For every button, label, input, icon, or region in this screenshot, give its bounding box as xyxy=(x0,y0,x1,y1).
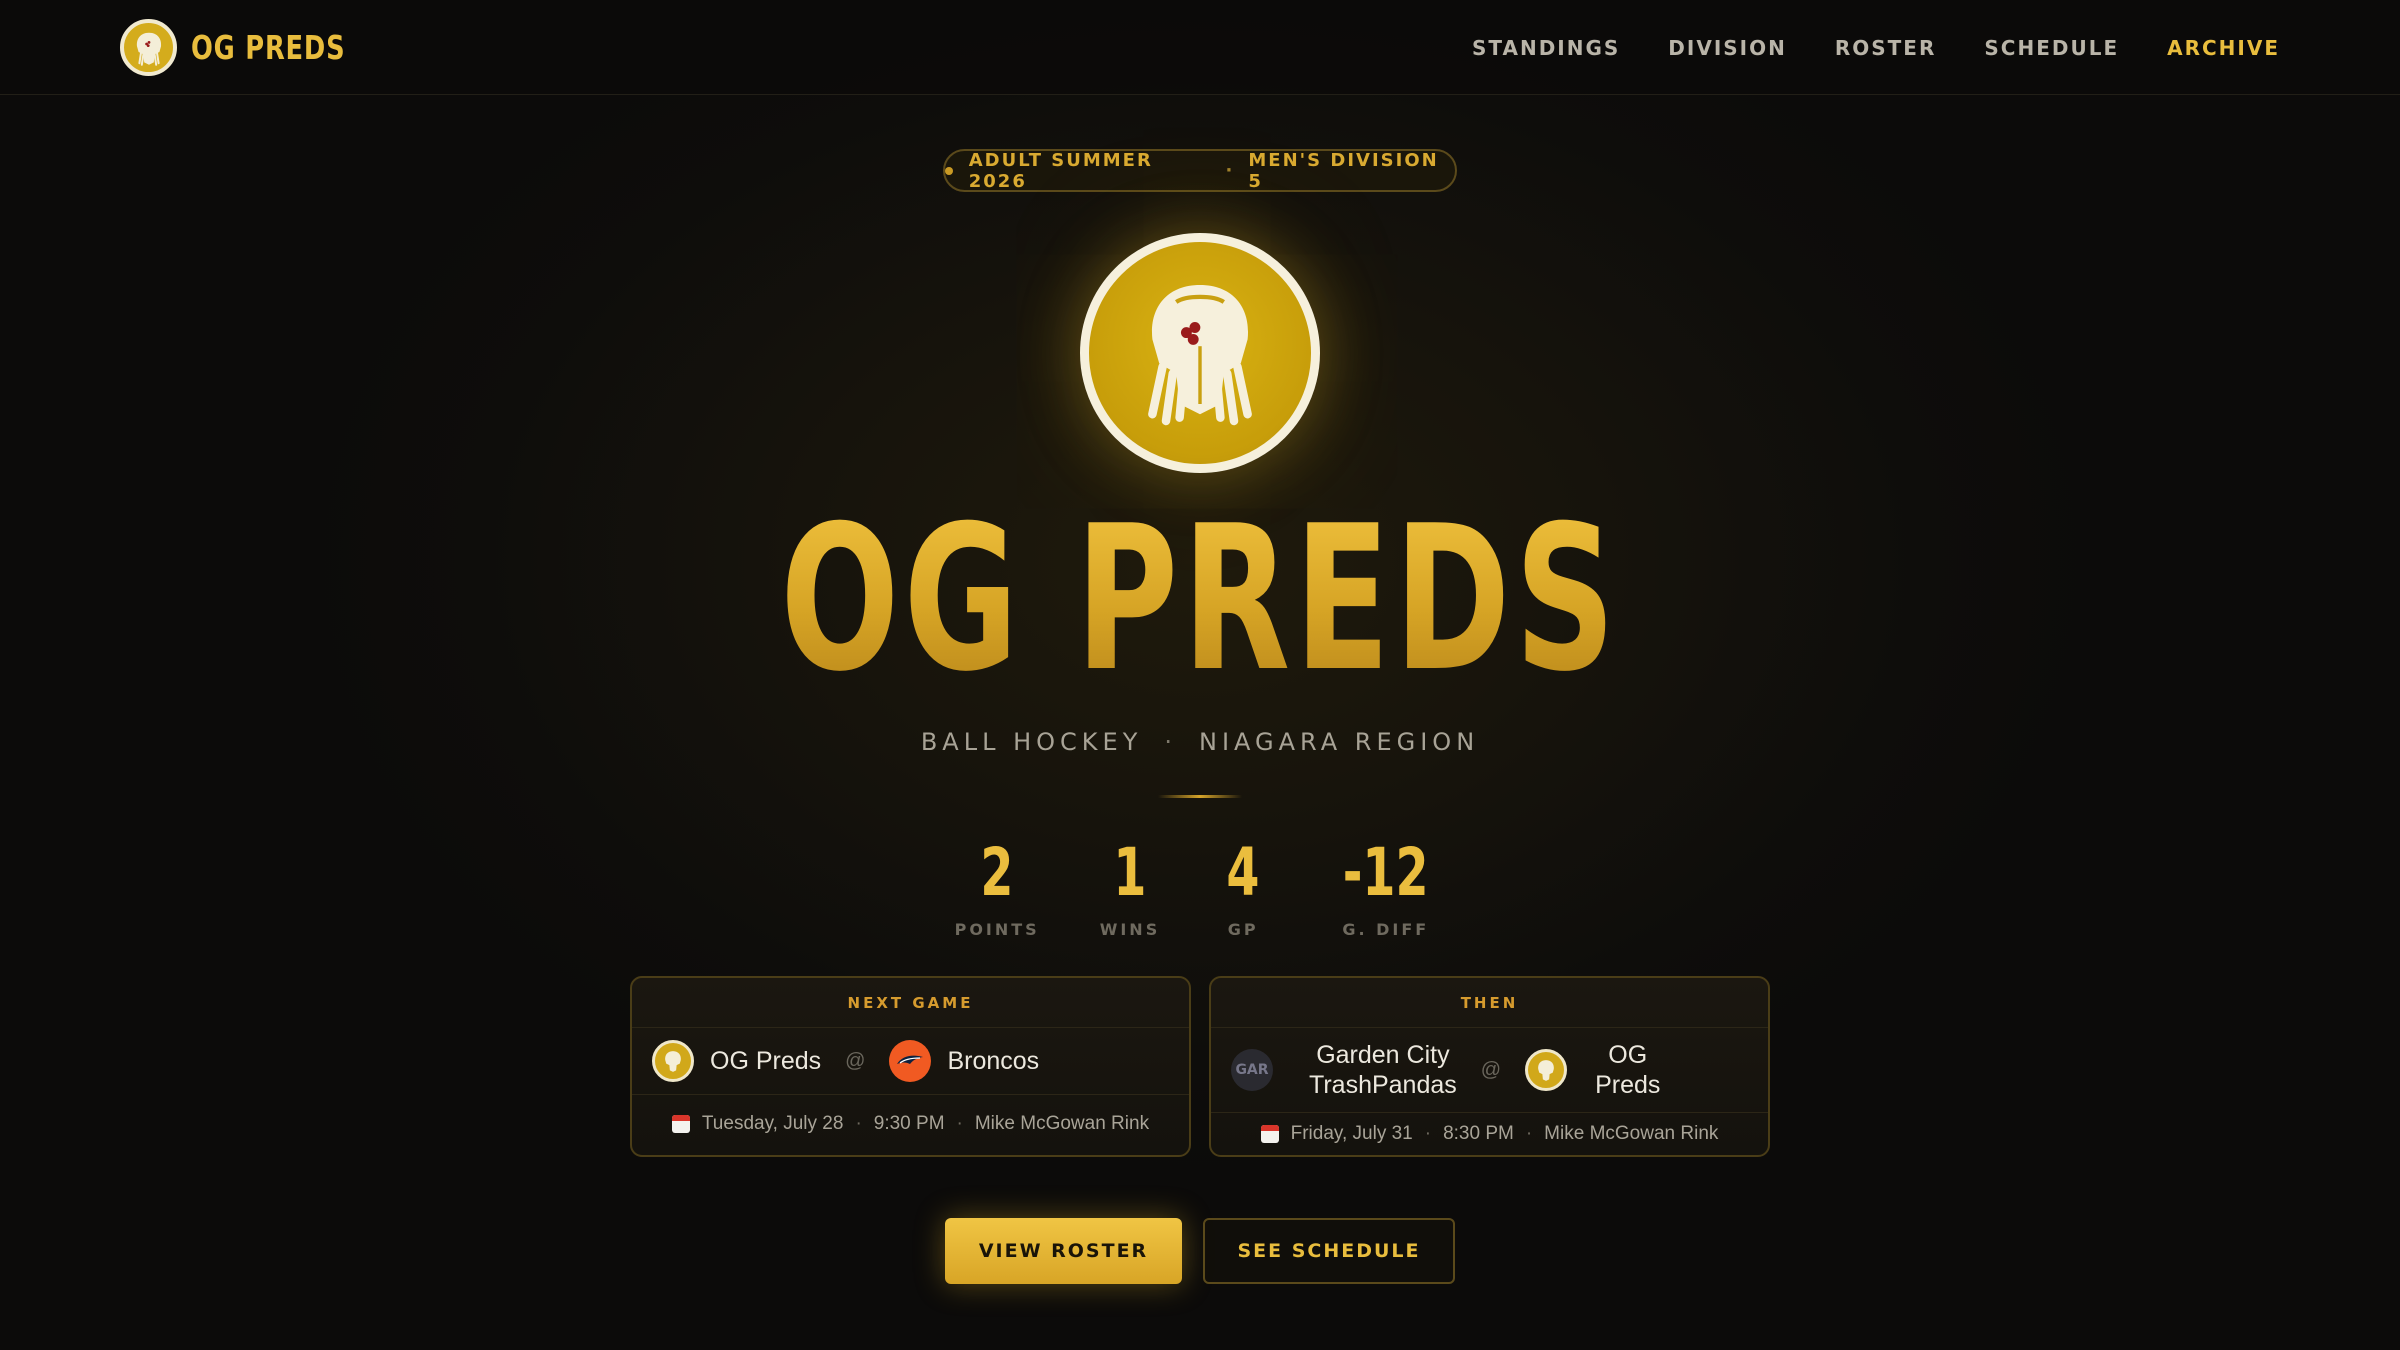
nav-schedule[interactable]: SCHEDULE xyxy=(1984,36,2119,60)
subtitle-separator: · xyxy=(1164,728,1177,756)
stat-points: 2 POINTS xyxy=(954,834,1040,940)
game-details: Tuesday, July 28 · 9:30 PM · Mike McGowa… xyxy=(632,1095,1189,1153)
brand-name: OG PREDS xyxy=(191,28,346,67)
stat-wins: 1 WINS xyxy=(1099,834,1161,940)
stat-games-played: 4 GP xyxy=(1220,834,1266,940)
team-name: Garden City TrashPandas xyxy=(1309,1040,1457,1100)
team-name: OG Preds xyxy=(1595,1040,1660,1100)
calendar-icon xyxy=(671,1115,690,1133)
game-venue: Mike McGowan Rink xyxy=(974,1113,1150,1134)
then-game-card[interactable]: THEN GAR Garden City TrashPandas @ OG Pr… xyxy=(1209,976,1770,1157)
status-dot xyxy=(945,166,953,175)
stat-label: G. DIFF xyxy=(1342,920,1430,939)
meta-separator: · xyxy=(1424,1123,1432,1144)
game-time: 9:30 PM xyxy=(873,1113,945,1134)
region-label: NIAGARA REGION xyxy=(1199,728,1480,756)
stat-label: POINTS xyxy=(954,920,1040,939)
nav-archive[interactable]: ARCHIVE xyxy=(2167,36,2280,60)
season-badge: ADULT SUMMER 2026 · MEN'S DIVISION 5 xyxy=(943,149,1457,192)
meta-separator: · xyxy=(1525,1123,1533,1144)
at-separator: @ xyxy=(845,1049,866,1072)
team-logo xyxy=(1080,233,1320,473)
top-navbar: OG PREDS STANDINGS DIVISION ROSTER SCHED… xyxy=(0,0,2400,95)
stat-value: 4 xyxy=(1226,834,1260,911)
away-team: OG Preds xyxy=(1525,1040,1660,1100)
predator-mask-icon xyxy=(652,1040,694,1082)
page-title: OG PREDS xyxy=(360,495,2040,705)
calendar-icon xyxy=(1260,1125,1279,1143)
predator-mask-icon xyxy=(120,19,177,76)
divider xyxy=(1158,795,1242,798)
predator-mask-icon xyxy=(1148,285,1252,426)
predator-mask-icon xyxy=(1525,1049,1568,1091)
main-nav: STANDINGS DIVISION ROSTER SCHEDULE ARCHI… xyxy=(1424,36,2280,60)
nav-standings[interactable]: STANDINGS xyxy=(1472,36,1620,60)
game-time: 8:30 PM xyxy=(1443,1123,1514,1144)
stat-value: 2 xyxy=(980,834,1014,911)
brand-home-link[interactable]: OG PREDS xyxy=(120,19,389,76)
meta-separator: · xyxy=(956,1113,963,1134)
matchup: GAR Garden City TrashPandas @ OG Preds xyxy=(1211,1028,1768,1113)
stat-value: -12 xyxy=(1342,834,1429,911)
team-name: Broncos xyxy=(947,1046,1040,1075)
stat-label: GP xyxy=(1227,920,1259,939)
stat-goal-diff: -12 G. DIFF xyxy=(1326,834,1445,940)
next-game-card[interactable]: NEXT GAME OG Preds @ Broncos Tuesday, Ju… xyxy=(630,976,1191,1157)
game-date: Friday, July 31 xyxy=(1290,1123,1413,1144)
at-separator: @ xyxy=(1480,1058,1502,1081)
team-abbr-badge: GAR xyxy=(1231,1049,1273,1091)
game-venue: Mike McGowan Rink xyxy=(1544,1123,1719,1144)
team-name-line: Preds xyxy=(1595,1071,1661,1099)
matchup: OG Preds @ Broncos xyxy=(632,1028,1189,1095)
game-details: Friday, July 31 · 8:30 PM · Mike McGowan… xyxy=(1211,1113,1768,1155)
team-name-line: Garden City xyxy=(1316,1041,1450,1069)
away-team: Broncos xyxy=(889,1040,1039,1082)
nav-division[interactable]: DIVISION xyxy=(1668,36,1787,60)
season-label: ADULT SUMMER 2026 xyxy=(968,149,1153,192)
season-separator: · xyxy=(1225,160,1235,181)
home-team: OG Preds xyxy=(652,1040,821,1082)
card-heading: NEXT GAME xyxy=(632,978,1189,1028)
team-name: OG Preds xyxy=(710,1046,822,1075)
stat-label: WINS xyxy=(1099,920,1161,939)
meta-separator: · xyxy=(855,1113,862,1134)
nav-roster[interactable]: ROSTER xyxy=(1835,36,1937,60)
see-schedule-button[interactable]: SEE SCHEDULE xyxy=(1203,1218,1455,1284)
stat-value: 1 xyxy=(1113,834,1147,911)
team-name-line: TrashPandas xyxy=(1309,1071,1457,1099)
view-roster-button[interactable]: VIEW ROSTER xyxy=(945,1218,1182,1284)
sport-label: BALL HOCKEY xyxy=(920,728,1143,756)
bronco-horse-icon xyxy=(889,1040,932,1082)
team-stats: 2 POINTS 1 WINS 4 GP -12 G. DIFF xyxy=(0,834,2400,940)
home-team: GAR Garden City TrashPandas xyxy=(1231,1040,1457,1100)
game-date: Tuesday, July 28 xyxy=(701,1113,844,1134)
team-subtitle: BALL HOCKEY · NIAGARA REGION xyxy=(0,728,2400,756)
team-name-line: OG xyxy=(1608,1041,1648,1069)
division-label: MEN'S DIVISION 5 xyxy=(1248,149,1439,192)
card-heading: THEN xyxy=(1211,978,1768,1028)
